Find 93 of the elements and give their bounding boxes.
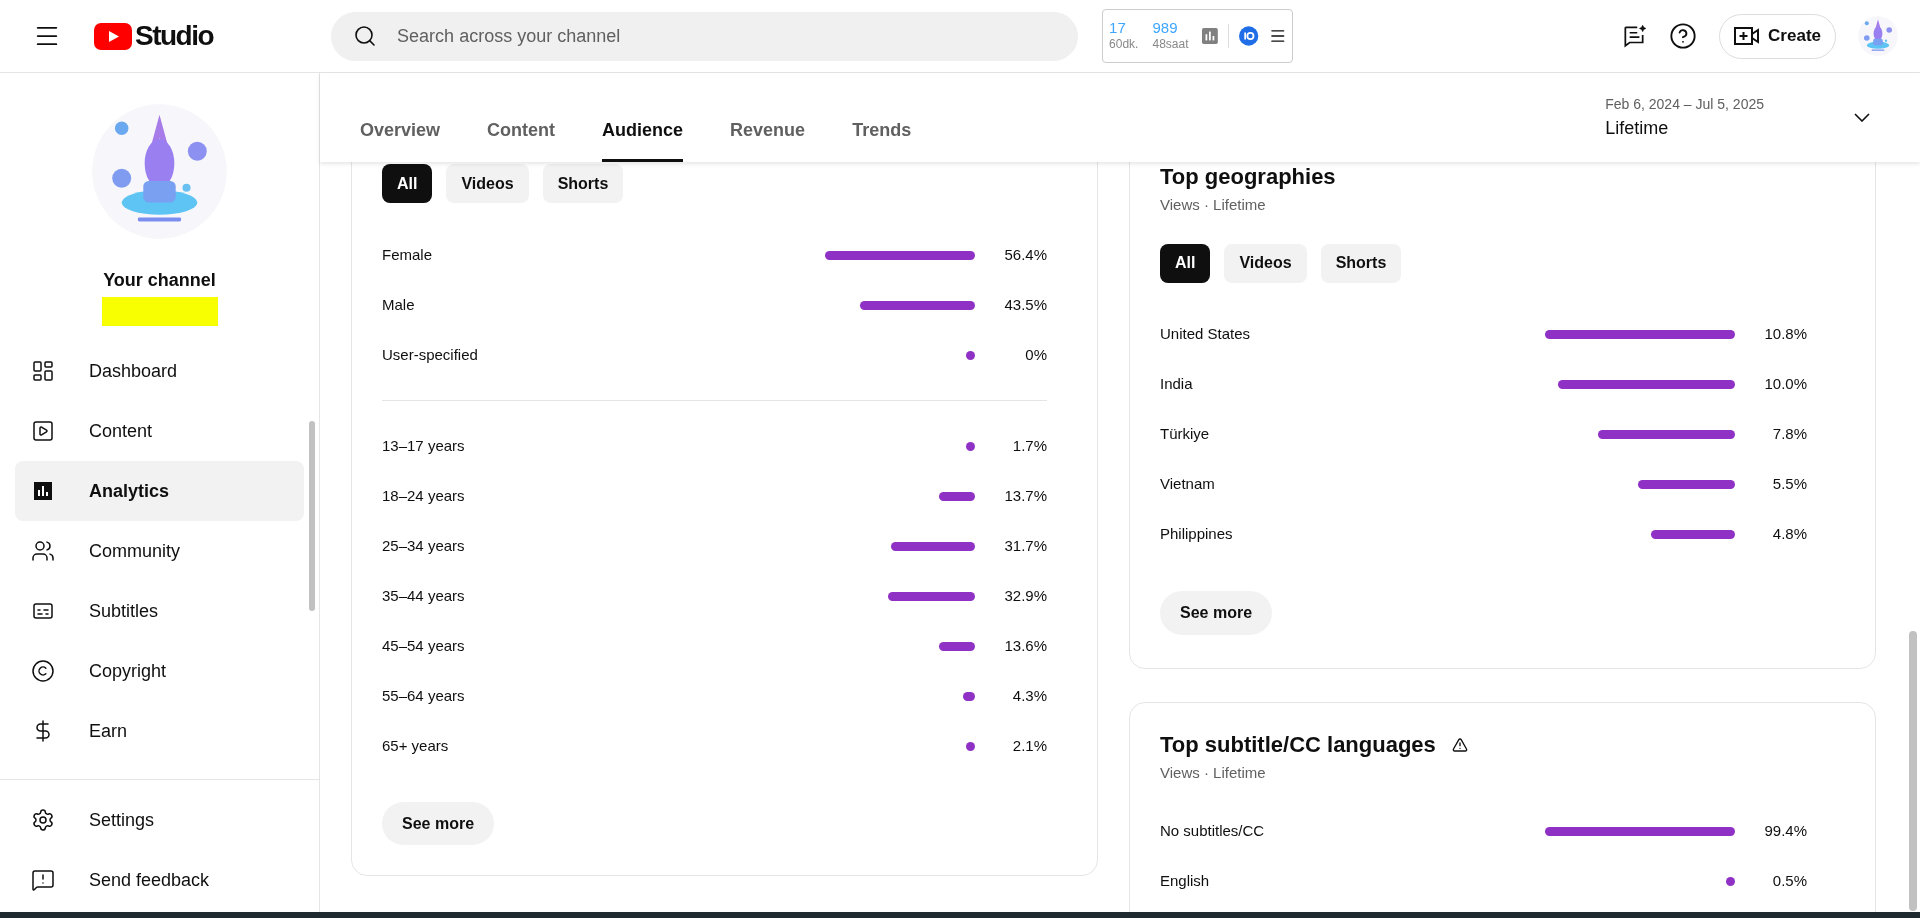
- tab[interactable]: Revenue: [730, 107, 806, 162]
- percentage-value: 0.5%: [1771, 871, 1807, 892]
- search-icon: [353, 23, 378, 48]
- play-logo-icon: [94, 22, 132, 50]
- percentage-value: 2.1%: [1011, 735, 1047, 756]
- percentage-value: 13.6%: [1003, 635, 1047, 656]
- row-label: 55–64 years: [382, 685, 466, 706]
- feedback-icon: [31, 868, 55, 892]
- filter-chip[interactable]: All: [1160, 243, 1211, 283]
- nav-item[interactable]: Earn: [15, 701, 304, 761]
- tab[interactable]: Content: [487, 107, 556, 162]
- row-label: Female: [382, 244, 434, 265]
- nav-item[interactable]: Settings: [15, 790, 304, 850]
- percentage-value: 1.7%: [1011, 435, 1047, 456]
- percentage-value: 13.7%: [1003, 485, 1047, 506]
- row-label: United States: [1160, 324, 1252, 345]
- percentage-value: 56.4%: [1003, 244, 1047, 265]
- video-plus-icon: [1734, 26, 1761, 46]
- percentage-value: 32.9%: [1003, 585, 1047, 606]
- filter-chip[interactable]: Shorts: [542, 164, 624, 203]
- row-label: English: [1160, 871, 1211, 892]
- extension-logo-icon[interactable]: [1239, 25, 1259, 47]
- row-label: 25–34 years: [382, 535, 466, 556]
- row-label: 45–54 years: [382, 635, 466, 656]
- percentage-bar: [1725, 877, 1735, 886]
- row-label: Vietnam: [1160, 474, 1216, 495]
- row-label: 35–44 years: [382, 585, 466, 606]
- see-more-button[interactable]: See more: [1160, 590, 1273, 635]
- stat-label: 60dk.: [1109, 36, 1139, 52]
- settings-icon: [31, 808, 55, 832]
- bar-chart-icon[interactable]: [1202, 27, 1219, 45]
- nav-item[interactable]: Analytics: [15, 461, 304, 521]
- row-label: Philippines: [1160, 524, 1234, 545]
- card-subtitle: Views · Lifetime: [1160, 195, 1267, 215]
- percentage-value: 5.5%: [1771, 474, 1807, 495]
- see-more-button[interactable]: See more: [382, 802, 495, 845]
- percentage-value: 7.8%: [1771, 424, 1807, 445]
- tab[interactable]: Trends: [852, 107, 912, 162]
- row-label: India: [1160, 374, 1194, 395]
- row-label: No subtitles/CC: [1160, 821, 1266, 842]
- percentage-value: 99.4%: [1763, 821, 1807, 842]
- nav-item[interactable]: Content: [15, 401, 304, 461]
- filter-chip[interactable]: Shorts: [1320, 243, 1402, 283]
- percentage-value: 0%: [1024, 344, 1047, 365]
- search-field[interactable]: Search across your channel: [331, 11, 1079, 61]
- period-label: Lifetime: [1605, 116, 1670, 140]
- stat-value: 989: [1152, 20, 1179, 36]
- percentage-value: 10.8%: [1763, 324, 1807, 345]
- date-range-picker[interactable]: Feb 6, 2024 – Jul 5, 2025 Lifetime: [1605, 93, 1870, 142]
- nav-item[interactable]: Copyright: [15, 641, 304, 701]
- nav-item[interactable]: Send feedback: [15, 850, 304, 910]
- percentage-bar: [939, 641, 975, 651]
- warning-icon[interactable]: [1451, 737, 1468, 753]
- feedback-sparkle-icon[interactable]: [1621, 23, 1648, 49]
- logo-text: Studio: [135, 19, 214, 53]
- percentage-bar: [966, 741, 975, 751]
- percentage-bar: [966, 350, 975, 360]
- row-label: Male: [382, 294, 416, 315]
- filter-chip[interactable]: Videos: [1224, 243, 1307, 283]
- nav-item[interactable]: Community: [15, 521, 304, 581]
- card-title: Top geographies: [1160, 163, 1337, 191]
- filter-chip[interactable]: All: [382, 164, 433, 203]
- help-icon[interactable]: [1669, 22, 1698, 50]
- channel-title: Your channel: [103, 269, 216, 292]
- date-range: Feb 6, 2024 – Jul 5, 2025: [1605, 94, 1764, 114]
- dashboard-icon: [31, 359, 55, 383]
- card-title: Top subtitle/CC languages: [1160, 731, 1436, 759]
- percentage-value: 31.7%: [1003, 535, 1047, 556]
- copyright-icon: [31, 659, 55, 683]
- row-label: 65+ years: [382, 735, 450, 756]
- row-label: 18–24 years: [382, 485, 466, 506]
- percentage-value: 43.5%: [1003, 294, 1047, 315]
- stat-value: 17: [1109, 20, 1127, 36]
- nav-item[interactable]: Subtitles: [15, 581, 304, 641]
- tab[interactable]: Overview: [360, 107, 441, 162]
- row-label: 13–17 years: [382, 435, 466, 456]
- chevron-down-icon: [1854, 113, 1870, 122]
- row-label: User-specified: [382, 344, 479, 365]
- percentage-bar: [939, 491, 975, 501]
- percentage-value: 10.0%: [1763, 374, 1807, 395]
- percentage-value: 4.8%: [1771, 524, 1807, 545]
- percentage-bar: [963, 691, 975, 701]
- percentage-value: 4.3%: [1011, 685, 1047, 706]
- card-subtitle: Views · Lifetime: [1160, 763, 1267, 783]
- play-square-icon: [31, 419, 55, 443]
- row-label: Türkiye: [1160, 424, 1211, 445]
- bar-chart-icon: [31, 479, 55, 503]
- percentage-bar: [966, 441, 975, 451]
- tab[interactable]: Audience: [602, 107, 684, 162]
- nav-item[interactable]: Dashboard: [15, 341, 304, 401]
- people-icon: [31, 539, 55, 563]
- filter-chip[interactable]: Videos: [446, 164, 529, 203]
- stat-label: 48saat: [1152, 36, 1189, 52]
